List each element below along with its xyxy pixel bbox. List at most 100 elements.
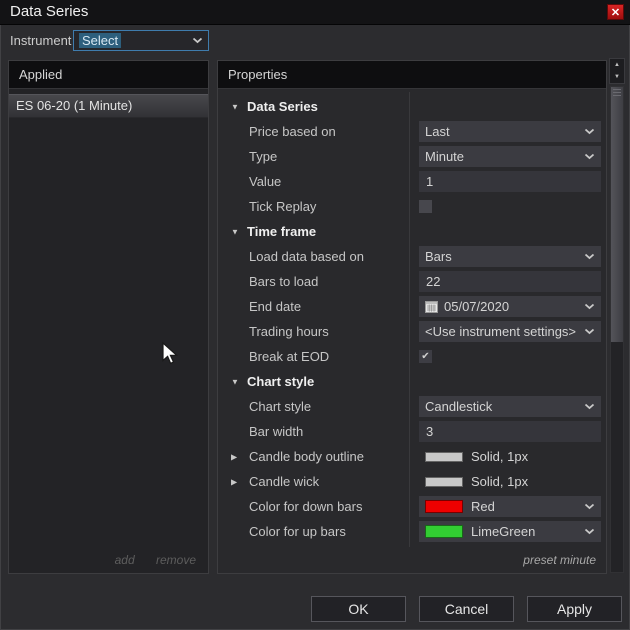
expand-triangle-icon[interactable]: ▶ (231, 477, 237, 486)
property-row-break-at-eod: Break at EOD ✔ (218, 344, 606, 369)
property-row-color-for-up-bars: Color for up bars LimeGreen (218, 519, 606, 544)
property-value-cell: Minute (419, 144, 601, 169)
instrument-select[interactable]: Select (73, 30, 209, 51)
chevron-down-icon (584, 303, 595, 310)
color-swatch (425, 525, 463, 538)
line-swatch (425, 451, 463, 462)
property-label: Candle body outline (249, 449, 364, 464)
category-label: Chart style (247, 374, 315, 389)
property-row-color-for-down-bars: Color for down bars Red (218, 494, 606, 519)
scrollbar-track[interactable] (610, 86, 624, 573)
property-value-cell: ✔ (419, 344, 601, 369)
applied-panel-header: Applied (9, 61, 208, 89)
applied-series-item[interactable]: ES 06-20 (1 Minute) (9, 94, 208, 118)
title-bar[interactable]: Data Series ✕ (0, 0, 630, 25)
property-label: Load data based on (249, 249, 364, 264)
property-label: End date (249, 299, 302, 314)
expand-triangle-icon[interactable]: ▶ (231, 452, 237, 461)
cancel-button[interactable]: Cancel (419, 596, 514, 622)
ok-button[interactable]: OK (311, 596, 406, 622)
end-date-select[interactable]: 05/07/2020 (419, 296, 601, 317)
applied-panel: Applied ES 06-20 (1 Minute) add remove (8, 60, 209, 574)
applied-list: ES 06-20 (1 Minute) (9, 94, 208, 118)
property-label: Candle wick (249, 474, 320, 489)
property-row-candle-wick: ▶ Candle wick Solid, 1px (218, 469, 606, 494)
price-based-on-select[interactable]: Last (419, 121, 601, 142)
property-label: Price based on (249, 124, 336, 139)
bar-width-input[interactable]: 3 (419, 421, 601, 442)
preset-link[interactable]: preset minute (523, 553, 596, 567)
property-value-cell: 3 (419, 419, 601, 444)
line-swatch (425, 476, 463, 487)
property-label: Color for up bars (249, 524, 346, 539)
close-icon: ✕ (610, 6, 621, 19)
close-button[interactable]: ✕ (607, 4, 624, 20)
color-for-down-bars-select[interactable]: Red (419, 496, 601, 517)
property-value-cell (419, 194, 601, 219)
instrument-row: Instrument Select (0, 27, 630, 55)
dialog-buttons: OK Cancel Apply (311, 596, 622, 622)
property-value-cell: Red (419, 494, 601, 519)
property-value-cell: Last (419, 119, 601, 144)
properties-panel: Properties ▼ Data Series Price based on Las… (217, 60, 607, 574)
value-input[interactable]: 1 (419, 171, 601, 192)
chevron-down-icon (584, 253, 595, 260)
chart-style-select[interactable]: Candlestick (419, 396, 601, 417)
color-swatch (425, 500, 463, 513)
instrument-label: Instrument (10, 33, 72, 48)
calendar-icon (425, 300, 438, 313)
scroll-up-icon: ▲ (614, 62, 620, 68)
candle-wick-style[interactable]: Solid, 1px (425, 474, 528, 489)
applied-footer: add remove (97, 553, 196, 567)
data-series-dialog: Data Series ✕ Instrument Select Applied … (0, 0, 630, 630)
collapse-triangle-icon[interactable]: ▼ (231, 227, 239, 236)
collapse-triangle-icon[interactable]: ▼ (231, 102, 239, 111)
property-value-cell: Solid, 1px (419, 469, 601, 494)
candle-body-outline-style[interactable]: Solid, 1px (425, 449, 528, 464)
chevron-down-icon (584, 403, 595, 410)
property-label: Type (249, 149, 278, 164)
property-value-cell: LimeGreen (419, 519, 601, 544)
category-label: Time frame (247, 224, 317, 239)
property-label: Tick Replay (249, 199, 317, 214)
property-label: Value (249, 174, 282, 189)
collapse-triangle-icon[interactable]: ▼ (231, 377, 239, 386)
property-row-end-date: End date 05/07/2020 (218, 294, 606, 319)
bars-to-load-input[interactable]: 22 (419, 271, 601, 292)
property-row-price-based-on: Price based on Last (218, 119, 606, 144)
tick-replay-checkbox[interactable] (419, 200, 432, 213)
property-label: Bars to load (249, 274, 319, 289)
break-at-eod-checkbox[interactable]: ✔ (419, 350, 432, 363)
property-row-data-series: ▼ Data Series (218, 94, 606, 119)
property-value-cell: 05/07/2020 (419, 294, 601, 319)
chevron-down-icon (584, 528, 595, 535)
type-select[interactable]: Minute (419, 146, 601, 167)
add-link[interactable]: add (115, 553, 135, 567)
property-value-cell: 1 (419, 169, 601, 194)
properties-panel-header: Properties (218, 61, 606, 89)
properties-grid: ▼ Data Series Price based on Last Type Minute… (218, 94, 606, 544)
property-row-trading-hours: Trading hours <Use instrument settings> (218, 319, 606, 344)
apply-button[interactable]: Apply (527, 596, 622, 622)
scrollbar-thumb[interactable] (611, 87, 623, 342)
scroll-down-button[interactable]: ▼ (610, 71, 624, 83)
load-data-based-on-select[interactable]: Bars (419, 246, 601, 267)
property-row-value: Value 1 (218, 169, 606, 194)
property-row-tick-replay: Tick Replay (218, 194, 606, 219)
color-for-up-bars-select[interactable]: LimeGreen (419, 521, 601, 542)
scroll-up-button[interactable]: ▲ (610, 59, 624, 71)
chevron-down-icon (584, 328, 595, 335)
chevron-down-icon (192, 37, 203, 44)
property-row-chart-style: ▼ Chart style (218, 369, 606, 394)
trading-hours-select[interactable]: <Use instrument settings> (419, 321, 601, 342)
category-label: Data Series (247, 99, 318, 114)
property-value-cell: Solid, 1px (419, 444, 601, 469)
property-row-time-frame: ▼ Time frame (218, 219, 606, 244)
property-label: Break at EOD (249, 349, 330, 364)
remove-link[interactable]: remove (156, 553, 196, 567)
property-value-cell: Candlestick (419, 394, 601, 419)
properties-scrollbar: ▲ ▼ (609, 58, 626, 574)
chevron-down-icon (584, 503, 595, 510)
property-value-cell: 22 (419, 269, 601, 294)
window-title: Data Series (10, 3, 89, 20)
